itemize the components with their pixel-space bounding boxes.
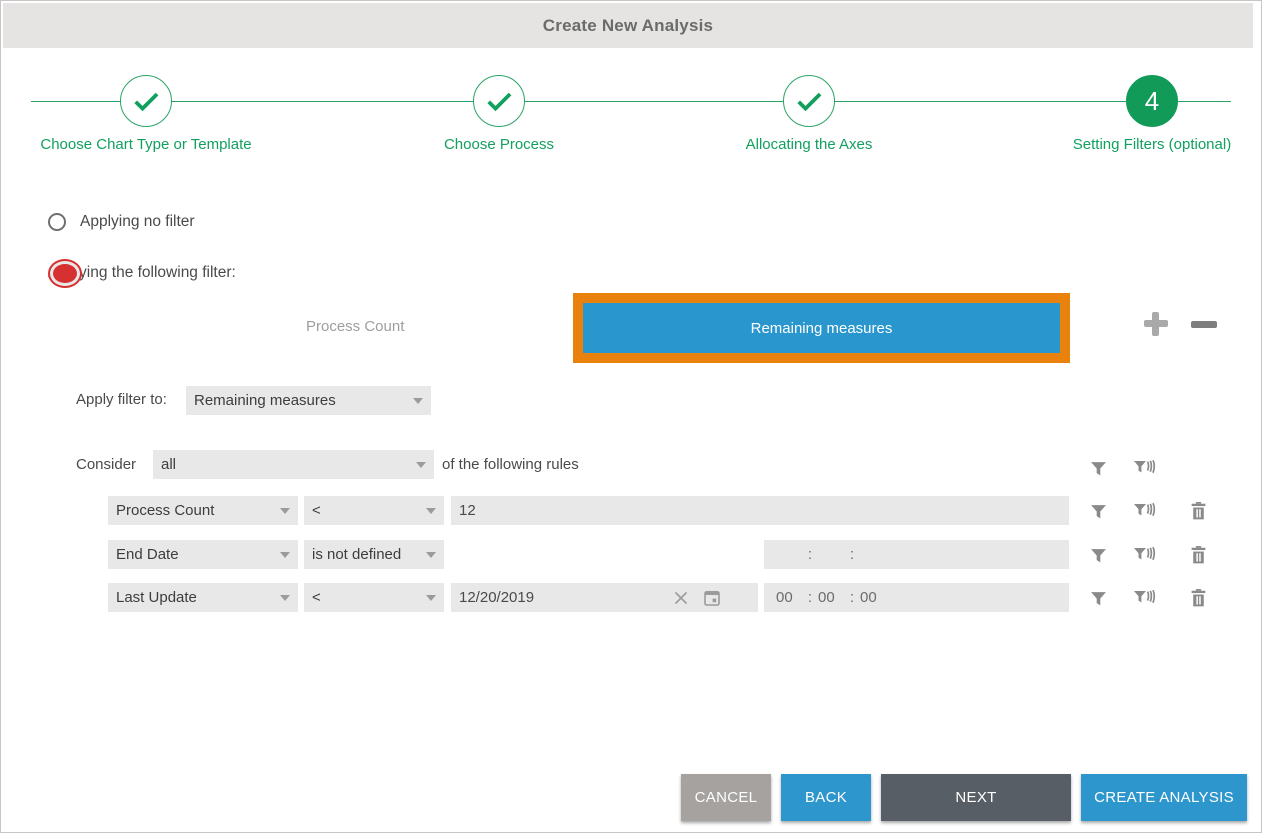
chevron-down-icon — [416, 462, 426, 468]
rule-3-date-value: 12/20/2019 — [459, 589, 534, 606]
back-button[interactable]: BACK — [781, 774, 871, 821]
apply-filter-to-value: Remaining measures — [194, 392, 336, 409]
rule-match-value: all — [161, 456, 176, 473]
open-calendar-button[interactable] — [703, 589, 721, 607]
rule-2-field-select[interactable]: End Date — [108, 540, 298, 569]
filter-icon — [1090, 460, 1107, 477]
step-4-number: 4 — [1145, 86, 1159, 117]
radio-unselected-icon[interactable] — [48, 213, 66, 231]
rule-2-time-field[interactable]: : : — [764, 540, 1069, 569]
clear-all-filters-button[interactable] — [1133, 458, 1157, 478]
remove-filter-tab-button[interactable] — [1191, 321, 1217, 328]
consider-label: Consider — [76, 456, 136, 473]
step-4-indicator: 4 — [1126, 75, 1178, 127]
filter-icon — [1090, 503, 1107, 520]
rule-1-value-input[interactable]: 12 — [451, 496, 1069, 525]
filter-icon — [1090, 547, 1107, 564]
check-icon — [127, 82, 165, 120]
create-analysis-button[interactable]: CREATE ANALYSIS — [1081, 774, 1247, 821]
chevron-down-icon — [280, 552, 290, 558]
rule-3-operator-select[interactable]: < — [304, 583, 444, 612]
chevron-down-icon — [426, 508, 436, 514]
rule-3-field-select[interactable]: Last Update — [108, 583, 298, 612]
check-icon — [790, 82, 828, 120]
create-analysis-dialog: Create New Analysis 4 Choose Chart Type … — [0, 0, 1262, 833]
radio-selected-icon[interactable] — [48, 259, 82, 288]
apply-filter-to-select[interactable]: Remaining measures — [186, 386, 431, 415]
close-icon — [673, 590, 689, 606]
chevron-down-icon — [280, 508, 290, 514]
dialog-titlebar: Create New Analysis — [3, 3, 1253, 48]
time-seconds: 00 — [860, 589, 886, 606]
apply-filter-to-label: Apply filter to: — [76, 391, 167, 408]
filter-clear-icon — [1133, 588, 1157, 608]
step-2-indicator — [473, 75, 525, 127]
rule-2-delete-button[interactable] — [1190, 545, 1207, 564]
step-1-indicator — [120, 75, 172, 127]
trash-icon — [1190, 501, 1207, 520]
rule-2-operator-select[interactable]: is not defined — [304, 540, 444, 569]
rule-1-clear-filter-button[interactable] — [1133, 501, 1157, 521]
stepper-line — [31, 101, 1231, 102]
add-filter-tab-button[interactable] — [1142, 310, 1170, 338]
calendar-icon — [703, 589, 721, 607]
rule-1-field-select[interactable]: Process Count — [108, 496, 298, 525]
step-3-label: Allocating the Axes — [649, 136, 969, 153]
apply-all-filters-button[interactable] — [1090, 460, 1107, 477]
time-minutes: 00 — [818, 589, 844, 606]
tab-process-count[interactable]: Process Count — [306, 318, 404, 335]
step-1-label: Choose Chart Type or Template — [0, 136, 306, 153]
trash-icon — [1190, 588, 1207, 607]
rule-1-value-text: 12 — [459, 502, 476, 519]
time-hours: 00 — [776, 589, 802, 606]
rule-3-operator-value: < — [312, 589, 321, 606]
step-4-label: Setting Filters (optional) — [992, 136, 1262, 153]
highlight-box: Remaining measures — [573, 293, 1070, 363]
filter-clear-icon — [1133, 501, 1157, 521]
cancel-button[interactable]: CANCEL — [681, 774, 771, 821]
rule-3-clear-filter-button[interactable] — [1133, 588, 1157, 608]
chevron-down-icon — [426, 595, 436, 601]
rule-1-operator-value: < — [312, 502, 321, 519]
rule-2-clear-filter-button[interactable] — [1133, 545, 1157, 565]
rule-3-apply-filter-button[interactable] — [1090, 590, 1107, 607]
time-separator: : — [844, 589, 860, 606]
rule-2-field-value: End Date — [116, 546, 179, 563]
trash-icon — [1190, 545, 1207, 564]
consider-suffix-label: of the following rules — [442, 456, 579, 473]
time-separator: : — [802, 546, 818, 563]
filter-clear-icon — [1133, 545, 1157, 565]
clear-date-button[interactable] — [673, 590, 689, 606]
rule-1-field-value: Process Count — [116, 502, 214, 519]
tab-remaining-measures[interactable]: Remaining measures — [583, 303, 1060, 353]
rule-3-field-value: Last Update — [116, 589, 197, 606]
step-2-label: Choose Process — [339, 136, 659, 153]
time-separator: : — [844, 546, 860, 563]
chevron-down-icon — [280, 595, 290, 601]
chevron-down-icon — [426, 552, 436, 558]
dialog-title: Create New Analysis — [543, 16, 713, 36]
next-button[interactable]: NEXT — [881, 774, 1071, 821]
rule-2-apply-filter-button[interactable] — [1090, 547, 1107, 564]
rule-1-delete-button[interactable] — [1190, 501, 1207, 520]
filter-clear-icon — [1133, 458, 1157, 478]
rule-2-operator-value: is not defined — [312, 546, 401, 563]
filter-icon — [1090, 590, 1107, 607]
radio-option-following-filter[interactable]: Applying the following filter: — [48, 263, 236, 283]
time-separator: : — [802, 589, 818, 606]
radio-no-filter-label: Applying no filter — [80, 213, 195, 231]
rule-match-select[interactable]: all — [153, 450, 434, 479]
rule-1-apply-filter-button[interactable] — [1090, 503, 1107, 520]
rule-3-time-field[interactable]: 00 : 00 : 00 — [764, 583, 1069, 612]
step-3-indicator — [783, 75, 835, 127]
rule-3-delete-button[interactable] — [1190, 588, 1207, 607]
radio-option-no-filter[interactable]: Applying no filter — [48, 212, 195, 232]
check-icon — [480, 82, 518, 120]
rule-1-operator-select[interactable]: < — [304, 496, 444, 525]
chevron-down-icon — [413, 398, 423, 404]
